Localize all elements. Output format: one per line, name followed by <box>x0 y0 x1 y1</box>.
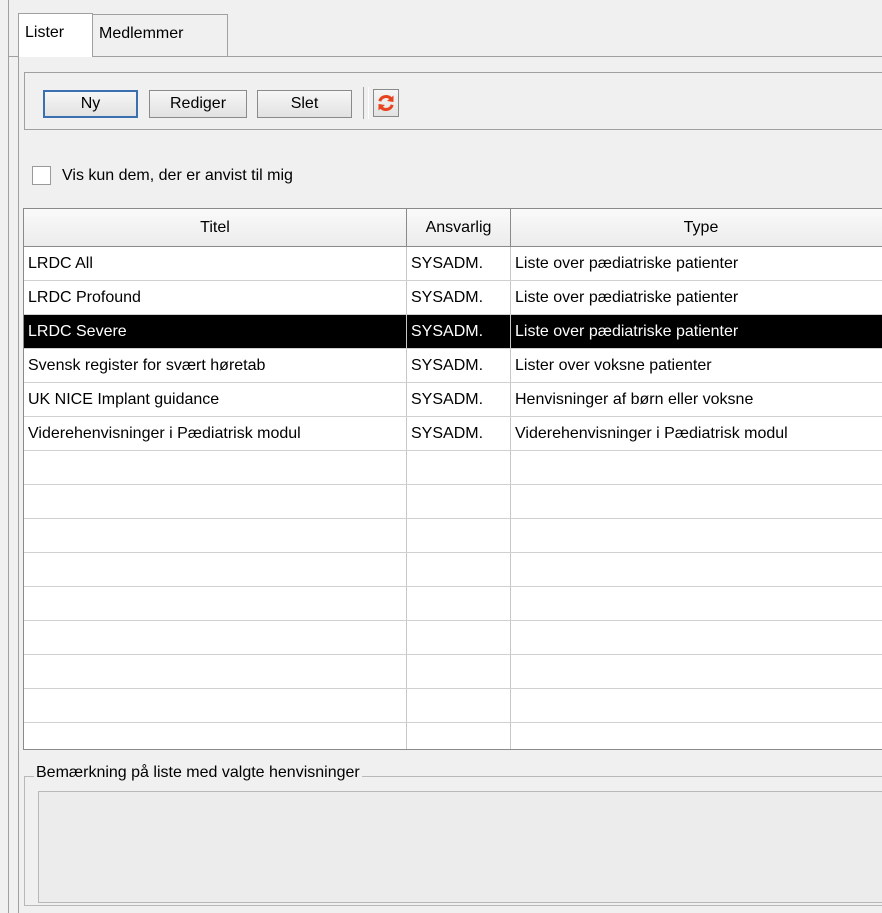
cell-titel <box>24 519 407 552</box>
cell-type <box>511 519 882 552</box>
panel-border <box>18 57 19 913</box>
empty-row <box>24 519 882 553</box>
cell-ansvarlig: SYSADM. <box>407 383 511 416</box>
new-button[interactable]: Ny <box>43 90 138 118</box>
table-row[interactable]: Viderehenvisninger i Pædiatrisk modul SYS… <box>24 417 882 451</box>
empty-row <box>24 655 882 689</box>
cell-type: Liste over pædiatriske patienter <box>515 323 739 340</box>
cell-titel: Svensk register for svært høretab <box>24 349 407 382</box>
empty-row <box>24 451 882 485</box>
empty-row <box>24 485 882 519</box>
cell-ansvarlig: SYSADM. <box>407 315 511 348</box>
cell-type: Lister over voksne patienter <box>515 357 712 374</box>
toolbar: Ny Rediger Slet <box>24 72 882 130</box>
refresh-button[interactable] <box>373 89 399 117</box>
table-row[interactable]: LRDC Severe SYSADM. Liste over pædiatriske… <box>24 315 882 349</box>
cell-titel <box>24 621 407 654</box>
edit-button[interactable]: Rediger <box>149 90 247 118</box>
column-header-ansvarlig[interactable]: Ansvarlig <box>407 209 511 247</box>
cell-type <box>511 587 882 620</box>
cell-type: Liste over pædiatriske patienter <box>515 289 739 306</box>
cell-titel <box>24 485 407 518</box>
cell-type: Liste over pædiatriske patienter <box>515 255 739 272</box>
cell-ansvarlig <box>407 553 511 586</box>
tab-lister[interactable]: Lister <box>18 13 93 57</box>
window-border <box>8 0 9 913</box>
cell-ansvarlig: SYSADM. <box>407 281 511 314</box>
assigned-filter-checkbox[interactable] <box>32 166 51 185</box>
cell-ansvarlig <box>407 723 511 749</box>
cell-ansvarlig <box>407 519 511 552</box>
cell-titel: LRDC Profound <box>24 281 407 314</box>
cell-type <box>511 621 882 654</box>
table-row[interactable]: LRDC All SYSADM. Liste over pædiatriske pa… <box>24 247 882 281</box>
assigned-filter-label: Vis kun dem, der er anvist til mig <box>62 167 293 184</box>
cell-titel: LRDC Severe <box>24 315 407 348</box>
cell-ansvarlig: SYSADM. <box>407 417 511 450</box>
cell-titel: Viderehenvisninger i Pædiatrisk modul <box>24 417 407 450</box>
toolbar-separator <box>363 87 369 119</box>
cell-titel <box>24 451 407 484</box>
lists-table: Titel Ansvarlig Type LRDC All SYSADM. List… <box>23 208 882 750</box>
tab-medlemmer[interactable]: Medlemmer <box>92 14 228 56</box>
cell-ansvarlig: SYSADM. <box>407 349 511 382</box>
cell-ansvarlig <box>407 485 511 518</box>
table-header: Titel Ansvarlig Type <box>24 209 882 247</box>
empty-row <box>24 621 882 655</box>
empty-row <box>24 553 882 587</box>
table-row[interactable]: UK NICE Implant guidance SYSADM. Henvisnin… <box>24 383 882 417</box>
cell-titel <box>24 689 407 722</box>
remark-textarea[interactable] <box>38 791 882 903</box>
cell-type <box>511 485 882 518</box>
cell-titel <box>24 553 407 586</box>
delete-button[interactable]: Slet <box>257 90 352 118</box>
tab-strip-border <box>8 56 882 57</box>
empty-row <box>24 587 882 621</box>
cell-ansvarlig: SYSADM. <box>407 247 511 280</box>
empty-row <box>24 689 882 723</box>
column-header-type[interactable]: Type <box>511 209 882 247</box>
cell-titel: LRDC All <box>24 247 407 280</box>
table-row[interactable]: LRDC Profound SYSADM. Liste over pædiatris… <box>24 281 882 315</box>
cell-type <box>511 553 882 586</box>
table-row[interactable]: Svensk register for svært høretab SYSADM.… <box>24 349 882 383</box>
cell-type <box>511 655 882 688</box>
cell-ansvarlig <box>407 621 511 654</box>
cell-type: Viderehenvisninger i Pædiatrisk modul <box>515 425 788 442</box>
cell-ansvarlig <box>407 451 511 484</box>
cell-type <box>511 689 882 722</box>
empty-row <box>24 723 882 749</box>
cell-titel <box>24 655 407 688</box>
cell-ansvarlig <box>407 689 511 722</box>
tab-lister-label: Lister <box>25 24 65 41</box>
cell-titel: UK NICE Implant guidance <box>24 383 407 416</box>
cell-type: Henvisninger af børn eller voksne <box>515 391 754 408</box>
refresh-icon <box>378 95 394 111</box>
tab-medlemmer-label: Medlemmer <box>99 25 184 42</box>
cell-titel <box>24 723 407 749</box>
remark-legend: Bemærkning på liste med valgte henvisnin… <box>34 764 362 782</box>
cell-ansvarlig <box>407 587 511 620</box>
column-header-titel[interactable]: Titel <box>24 209 407 247</box>
cell-type <box>511 451 882 484</box>
cell-ansvarlig <box>407 655 511 688</box>
cell-type <box>511 723 882 749</box>
cell-titel <box>24 587 407 620</box>
